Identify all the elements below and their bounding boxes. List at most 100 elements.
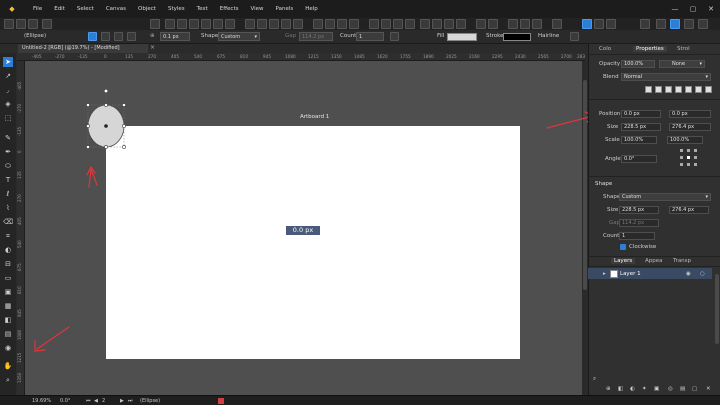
layer-fx-icon[interactable]: ✦ xyxy=(642,386,647,392)
menu-canvas[interactable]: Canvas xyxy=(106,6,126,12)
layer-delete-icon[interactable]: ✕ xyxy=(706,386,711,392)
align-middle-icon[interactable] xyxy=(213,19,223,29)
layer-add-icon[interactable]: ⊕ xyxy=(606,386,611,392)
arrange-forward-icon[interactable] xyxy=(393,19,403,29)
layer-mask-icon[interactable]: ◧ xyxy=(618,386,623,392)
effect-icon[interactable] xyxy=(665,86,672,93)
clockwise-checkbox[interactable] xyxy=(620,244,626,250)
opacity-field[interactable]: 100.0% xyxy=(621,60,655,68)
layers-scrollbar[interactable] xyxy=(715,274,719,344)
corner-tool-icon[interactable]: ◞ xyxy=(3,85,13,95)
effect-icon[interactable] xyxy=(655,86,662,93)
rotation-value[interactable]: 0.0° xyxy=(60,398,70,404)
brush-icon[interactable]: ℓ xyxy=(3,189,13,199)
arrange-back-icon[interactable] xyxy=(369,19,379,29)
menu-effects[interactable]: Effects xyxy=(220,6,239,12)
distribute-icon[interactable] xyxy=(245,19,255,29)
layer-folder-icon[interactable]: ▤ xyxy=(680,386,685,392)
next-page-icon[interactable]: ▶ xyxy=(120,398,124,404)
context-count-field[interactable]: 1 xyxy=(356,32,384,41)
canvas[interactable]: Artboard 1 0.0 px xyxy=(25,61,582,395)
layer-name-label[interactable]: Layer 1 xyxy=(620,271,641,277)
redo-icon[interactable] xyxy=(28,19,38,29)
effect-icon[interactable] xyxy=(685,86,692,93)
shape-count-field[interactable]: 1 xyxy=(619,232,655,240)
node-icon[interactable]: ↗ xyxy=(3,71,13,81)
flip-h-icon[interactable] xyxy=(257,19,267,29)
resize-handle[interactable] xyxy=(122,124,126,128)
tab-transparency[interactable]: Transp xyxy=(673,258,691,264)
hand-icon[interactable]: ✋ xyxy=(3,361,13,371)
rectangle-icon[interactable]: ▭ xyxy=(3,273,13,283)
zoom-level[interactable]: 19.69% xyxy=(32,398,51,404)
layer-new-icon[interactable]: ▢ xyxy=(692,386,697,392)
new-doc-icon[interactable] xyxy=(4,19,14,29)
resize-handle[interactable] xyxy=(104,145,108,149)
size-w-field[interactable]: 228.5 px xyxy=(621,123,661,131)
lock-icon[interactable] xyxy=(444,19,454,29)
blend-dropdown[interactable]: Normal ▾ xyxy=(621,73,711,81)
view-mode-icon[interactable] xyxy=(640,19,650,29)
menu-view[interactable]: View xyxy=(250,6,263,12)
last-page-icon[interactable]: ⏭ xyxy=(128,398,133,404)
persona-designer-icon[interactable] xyxy=(582,19,592,29)
align-bottom-icon[interactable] xyxy=(225,19,235,29)
align-top-icon[interactable] xyxy=(201,19,211,29)
position-y-field[interactable]: 0.0 px xyxy=(669,110,711,118)
effect-icon[interactable] xyxy=(695,86,702,93)
convert-curves-icon[interactable] xyxy=(114,32,123,41)
text-icon[interactable]: T xyxy=(3,175,13,185)
align-center-icon[interactable] xyxy=(177,19,187,29)
resize-handle[interactable] xyxy=(104,103,108,107)
menu-text[interactable]: Text xyxy=(197,6,208,12)
refresh-icon[interactable] xyxy=(42,19,52,29)
resize-handle[interactable] xyxy=(122,103,126,107)
menu-object[interactable]: Object xyxy=(138,6,156,12)
tab-properties[interactable]: Properties xyxy=(633,46,667,52)
rotate-left-icon[interactable] xyxy=(281,19,291,29)
crop-icon[interactable]: ⌗ xyxy=(3,231,13,241)
place-icon[interactable]: ◧ xyxy=(3,315,13,325)
boolean-add-icon[interactable] xyxy=(313,19,323,29)
shape-size-w-field[interactable]: 228.5 px xyxy=(619,206,659,214)
effect-icon[interactable] xyxy=(645,86,652,93)
zoom-icon[interactable]: ⌕ xyxy=(3,375,13,385)
shape-size-h-field[interactable]: 276.4 px xyxy=(669,206,709,214)
layer-eye-icon[interactable]: ◉ xyxy=(686,271,691,277)
ungroup-icon[interactable] xyxy=(432,19,442,29)
persona-pixel-icon[interactable] xyxy=(594,19,604,29)
arrange-front-icon[interactable] xyxy=(405,19,415,29)
expand-layer-arrow-icon[interactable]: ▸ xyxy=(603,271,606,277)
resize-handle[interactable] xyxy=(122,145,126,149)
undo-icon[interactable] xyxy=(16,19,26,29)
corner-icon[interactable] xyxy=(552,19,562,29)
maximize-icon[interactable]: ▢ xyxy=(684,2,702,16)
scale-y-field[interactable]: 100.0% xyxy=(667,136,703,144)
effect-icon[interactable] xyxy=(705,86,712,93)
pencil-icon[interactable]: ✎ xyxy=(3,133,13,143)
boolean-subtract-icon[interactable] xyxy=(325,19,335,29)
page-number[interactable]: 2 xyxy=(102,398,105,404)
arrange-backward-icon[interactable] xyxy=(381,19,391,29)
minimize-icon[interactable]: — xyxy=(666,2,684,16)
snap-icon[interactable] xyxy=(150,19,160,29)
align-right-icon[interactable] xyxy=(189,19,199,29)
context-shape-dropdown[interactable]: Custom ▾ xyxy=(218,32,260,41)
stroke-options-icon[interactable] xyxy=(570,32,579,41)
transform-icon[interactable] xyxy=(476,19,486,29)
tab-layers[interactable]: Layers xyxy=(611,258,636,264)
layer-row-selected[interactable] xyxy=(588,268,712,279)
angle-field[interactable]: 0.0° xyxy=(621,155,657,163)
context-gap-field[interactable]: 114.2 px xyxy=(299,32,333,41)
view-outline-icon[interactable] xyxy=(656,19,666,29)
unlock-icon[interactable] xyxy=(456,19,466,29)
table-icon[interactable]: ▦ xyxy=(3,301,13,311)
menu-file[interactable]: File xyxy=(33,6,42,12)
transparency-icon[interactable]: ◐ xyxy=(3,245,13,255)
shape-gap-field[interactable]: 114.2 px xyxy=(619,219,659,227)
insert-inside-icon[interactable] xyxy=(508,19,518,29)
stroke-width-field[interactable]: 0.1 px xyxy=(160,32,190,41)
move-tool-icon[interactable] xyxy=(88,32,97,41)
move-icon[interactable]: ➤ xyxy=(3,57,13,67)
rotate-right-icon[interactable] xyxy=(293,19,303,29)
